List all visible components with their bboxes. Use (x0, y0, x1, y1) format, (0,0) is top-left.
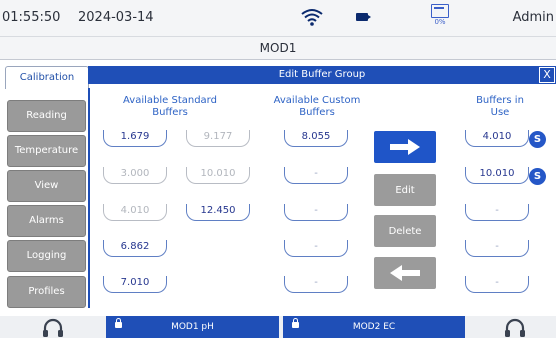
storage-icon: 0% (428, 4, 452, 26)
dialog-header: Edit Buffer Group X (88, 66, 556, 84)
add-buffer-button[interactable] (374, 131, 436, 163)
standard-badge-icon: S (529, 131, 546, 148)
dialog-title: Edit Buffer Group (278, 69, 366, 80)
close-button[interactable]: X (539, 67, 555, 83)
custom-buffer-slot[interactable]: - (284, 276, 348, 293)
module-title: MOD1 (0, 37, 556, 60)
camera-icon (356, 13, 371, 21)
in-use-buffer-slot[interactable]: - (465, 240, 529, 257)
user-name[interactable]: Admin (513, 10, 554, 25)
tab-calibration[interactable]: Calibration (5, 66, 89, 89)
headset-icon[interactable] (503, 318, 527, 342)
header-custom-buffers: Available Custom Buffers (273, 95, 361, 118)
custom-buffer-slot[interactable]: 8.055 (284, 130, 348, 147)
arrow-left-icon (390, 265, 420, 281)
nav-profiles[interactable]: Profiles (7, 276, 86, 308)
delete-button[interactable]: Delete (374, 215, 436, 247)
clock-time: 01:55:50 (2, 10, 61, 25)
in-use-buffer-10010[interactable]: 10.010 (465, 167, 529, 184)
standard-buffer-6862[interactable]: 6.862 (103, 240, 167, 257)
remove-buffer-button[interactable] (374, 257, 436, 289)
standard-buffer-3000: 3.000 (103, 167, 167, 184)
panel-border (88, 88, 90, 308)
wifi-icon (301, 8, 323, 30)
standard-badge-icon: S (529, 168, 546, 185)
module-tab-mod1[interactable]: MOD1 pH (106, 316, 279, 338)
standard-buffer-4010: 4.010 (103, 204, 167, 221)
standard-buffer-10010: 10.010 (186, 167, 250, 184)
module-tab-mod2[interactable]: MOD2 EC (283, 316, 465, 338)
header-buffers-in-use: Buffers in Use (476, 95, 524, 118)
in-use-buffer-4010[interactable]: 4.010 (465, 130, 529, 147)
nav-temperature[interactable]: Temperature (7, 135, 86, 167)
module-tab-label: MOD1 pH (171, 322, 214, 332)
headset-icon[interactable] (41, 318, 65, 342)
nav-view[interactable]: View (7, 170, 86, 202)
in-use-buffer-slot[interactable]: - (465, 204, 529, 221)
edit-button[interactable]: Edit (374, 174, 436, 206)
standard-buffer-9177: 9.177 (186, 130, 250, 147)
storage-percent: 0% (434, 18, 446, 26)
standard-buffer-1679[interactable]: 1.679 (103, 130, 167, 147)
custom-buffer-slot[interactable]: - (284, 240, 348, 257)
header-standard-buffers: Available Standard Buffers (123, 95, 217, 118)
status-bar: 01:55:50 2024-03-14 0% Admin (0, 0, 556, 37)
standard-buffer-12450[interactable]: 12.450 (186, 204, 250, 221)
standard-buffer-7010[interactable]: 7.010 (103, 276, 167, 293)
in-use-buffer-slot[interactable]: - (465, 276, 529, 293)
arrow-right-icon (390, 139, 420, 155)
custom-buffer-slot[interactable]: - (284, 167, 348, 184)
module-tab-label: MOD2 EC (352, 322, 396, 332)
clock-date: 2024-03-14 (78, 10, 154, 25)
nav-reading[interactable]: Reading (7, 100, 86, 132)
nav-alarms[interactable]: Alarms (7, 205, 86, 237)
custom-buffer-slot[interactable]: - (284, 204, 348, 221)
nav-logging[interactable]: Logging (7, 240, 86, 272)
